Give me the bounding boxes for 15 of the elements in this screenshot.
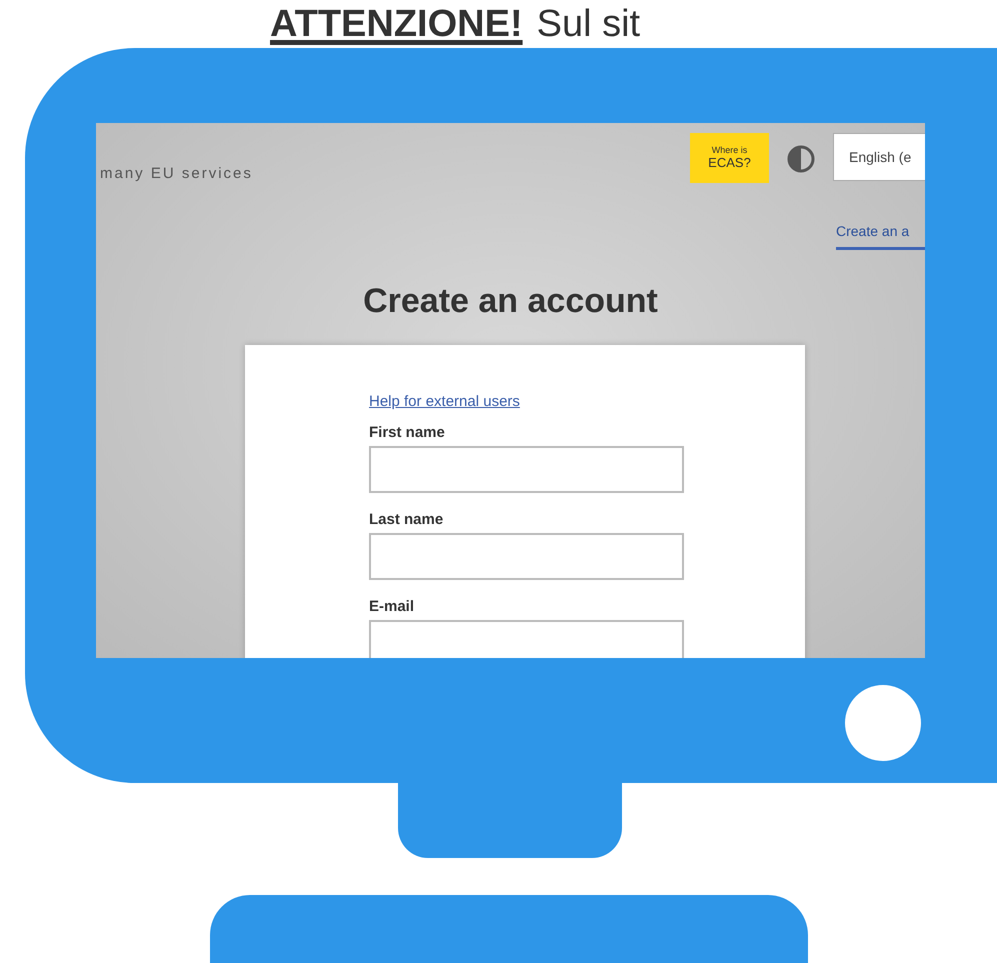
heading-text: Sul sit: [536, 2, 640, 46]
ecas-help-button[interactable]: Where is ECAS?: [690, 133, 769, 183]
help-link[interactable]: Help for external users: [369, 393, 520, 410]
input-field[interactable]: [369, 446, 684, 493]
page-title: Create an account: [362, 282, 659, 321]
input-field[interactable]: [369, 533, 684, 580]
field-label: E-mail: [369, 598, 414, 615]
nav-tab[interactable]: Create an a: [836, 223, 925, 250]
language-select[interactable]: English (e: [833, 133, 925, 181]
input-field[interactable]: [369, 620, 684, 658]
warning-heading: ATTENZIONE!: [270, 2, 523, 46]
field-label: Last name: [369, 511, 444, 528]
contrast-icon[interactable]: [787, 145, 815, 173]
field-label: First name: [369, 424, 445, 441]
site-tagline: many EU services: [100, 165, 253, 182]
